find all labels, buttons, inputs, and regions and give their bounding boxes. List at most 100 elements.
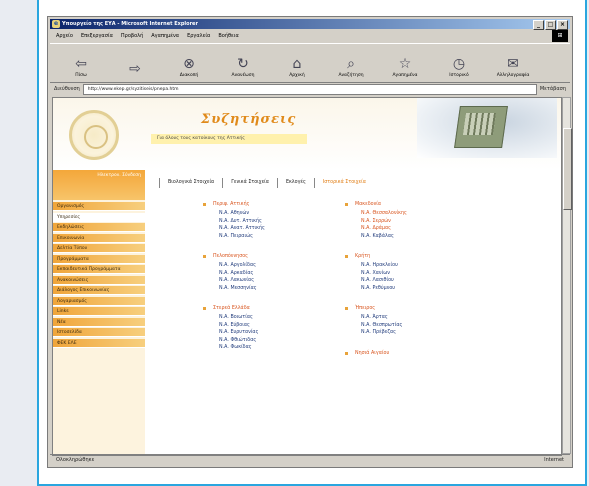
sidebar-item[interactable]: Links [53, 307, 145, 316]
region-heading[interactable]: Περιφ. Αττικής [203, 202, 265, 207]
prefecture-link[interactable]: Ν.Α. Θεσσαλονίκης [361, 210, 407, 218]
favorites-button[interactable]: ☆ Αγαπημένα [380, 44, 430, 82]
tab-bio[interactable]: Βιολογικά Στοιχεία [159, 178, 222, 188]
region-heading[interactable]: Ήπειρος [345, 306, 407, 311]
prefecture-link[interactable]: Ν.Α. Πρέβεζας [361, 329, 407, 337]
prefecture-link[interactable]: Ν.Α. Βοιωτίας [219, 314, 265, 322]
sidebar-heading: Ηλεκτρον. Σύνδεση [53, 170, 145, 200]
prefecture-link[interactable]: Ν.Α. Φωκίδας [219, 344, 265, 352]
sidebar-item[interactable]: ΦΕΚ ΕΛΕ [53, 338, 145, 348]
menu-bar: Αρχείο Επεξεργασία Προβολή Αγαπημένα Εργ… [50, 31, 570, 41]
sidebar-item[interactable]: Νέα [53, 317, 145, 327]
address-label: Διεύθυνση [54, 86, 80, 92]
tab-general[interactable]: Γενικά Στοιχεία [222, 178, 277, 188]
history-button[interactable]: ◷ Ιστορικό [434, 44, 484, 82]
vertical-scrollbar[interactable] [562, 97, 572, 454]
prefecture-link[interactable]: Ν.Α. Ρεθύμνου [361, 285, 407, 293]
prefecture-link[interactable]: Ν.Α. Δυτ. Αττικής [219, 218, 265, 226]
address-input[interactable]: http://www.ekep.gr/syzitiseis/pnepa.htm [82, 83, 537, 95]
star-icon: ☆ [398, 56, 412, 72]
sidebar-item[interactable]: Οργανισμός [53, 202, 145, 211]
menu-favorites[interactable]: Αγαπημένα [151, 31, 179, 41]
prefecture-link[interactable]: Ν.Α. Δράμας [361, 225, 407, 233]
sidebar-item[interactable]: Ανακοινώσεις [53, 275, 145, 285]
go-button[interactable]: Μετάβαση [540, 86, 570, 92]
sidebar-item[interactable]: Ιστοσελίδα [53, 328, 145, 337]
sidebar-item[interactable]: Υπηρεσίες [53, 212, 145, 222]
forward-button[interactable]: ⇨ [110, 44, 160, 82]
prefecture-link[interactable]: Ν.Α. Σερρών [361, 218, 407, 226]
sidebar-item[interactable]: Προγράμματα [53, 254, 145, 264]
region-heading[interactable]: Στερεά Ελλάδα [203, 306, 265, 311]
region-heading[interactable]: Μακεδονία [345, 202, 407, 207]
site-tagline: Για όλους τους κατοίκους της Αττικής [151, 134, 307, 144]
prefecture-link[interactable]: Ν.Α. Λακωνίας [219, 277, 265, 285]
stop-icon: ⊗ [183, 56, 195, 72]
region-group: Στερεά Ελλάδα Ν.Α. Βοιωτίας Ν.Α. Εύβοιας Ν.… [203, 306, 265, 352]
back-arrow-icon: ⇦ [75, 56, 87, 72]
refresh-button[interactable]: ↻ Ανανέωση [218, 44, 268, 82]
maximize-button[interactable]: □ [545, 20, 556, 30]
menu-tools[interactable]: Εργαλεία [187, 31, 210, 41]
status-bar: Ολοκληρώθηκε Internet [50, 454, 570, 465]
prefecture-link[interactable]: Ν.Α. Θεσπρωτίας [361, 322, 407, 330]
prefecture-link[interactable]: Ν.Α. Αργολίδας [219, 262, 265, 270]
toolbar: ⇦ Πίσω ⇨ ⊗ Διακοπή ↻ Ανανέωση ⌂ Αρχική ⌕ Αναζ… [50, 43, 570, 83]
prefecture-link[interactable]: Ν.Α. Χανίων [361, 270, 407, 278]
prefecture-link[interactable]: Ν.Α. Ανατ. Αττικής [219, 225, 265, 233]
region-heading[interactable]: Πελοπόννησος [203, 254, 265, 259]
sidebar-item[interactable]: Εκδηλώσεις [53, 223, 145, 232]
region-group: Περιφ. Αττικής Ν.Α. Αθηνών Ν.Α. Δυτ. Αττικ… [203, 202, 265, 240]
browser-window: e Υπουργείο της ΕΥΑ - Microsoft Internet… [47, 16, 573, 468]
prefecture-link[interactable]: Ν.Α. Λασιθίου [361, 277, 407, 285]
minimize-button[interactable]: _ [533, 20, 544, 30]
region-heading[interactable]: Κρήτη [345, 254, 407, 259]
prefecture-link[interactable]: Ν.Α. Ηρακλείου [361, 262, 407, 270]
prefecture-link[interactable]: Ν.Α. Πειραιώς [219, 233, 265, 241]
sidebar-item[interactable]: Δελτία Τύπου [53, 244, 145, 253]
region-heading[interactable]: Νησιά Αιγαίου [345, 351, 407, 356]
scroll-thumb[interactable] [563, 128, 572, 210]
left-region-column: Περιφ. Αττικής Ν.Α. Αθηνών Ν.Α. Δυτ. Αττικ… [203, 202, 265, 366]
content-tabs: Βιολογικά Στοιχεία Γενικά Στοιχεία Εκλογ… [159, 178, 374, 188]
tab-elections[interactable]: Εκλογές [276, 178, 314, 188]
home-button[interactable]: ⌂ Αρχική [272, 44, 322, 82]
site-title: Συζητήσεις [201, 112, 297, 127]
prefecture-link[interactable]: Ν.Α. Καβάλας [361, 233, 407, 241]
sidebar-item[interactable]: Λογαριασμός [53, 296, 145, 306]
prefecture-link[interactable]: Ν.Α. Αρκαδίας [219, 270, 265, 278]
right-region-column: Μακεδονία Ν.Α. Θεσσαλονίκης Ν.Α. Σερρών Ν.Α… [345, 202, 407, 370]
windows-logo-icon: ⊞ [552, 30, 568, 42]
region-group: Νησιά Αιγαίου [345, 351, 407, 356]
mail-button[interactable]: ✉ Αλληλογραφία [488, 44, 538, 82]
prefecture-link[interactable]: Ν.Α. Μεσσηνίας [219, 285, 265, 293]
status-text: Ολοκληρώθηκε [56, 457, 95, 463]
prefecture-link[interactable]: Ν.Α. Φθιώτιδας [219, 337, 265, 345]
sidebar-item[interactable]: Επικοινωνία [53, 233, 145, 243]
search-button[interactable]: ⌕ Αναζήτηση [326, 44, 376, 82]
sidebar-item[interactable]: Εκπαιδευτικά Προγράμματα [53, 265, 145, 274]
prefecture-link[interactable]: Ν.Α. Ευρυτανίας [219, 329, 265, 337]
menu-view[interactable]: Προβολή [121, 31, 143, 41]
seal-logo [69, 110, 119, 160]
menu-edit[interactable]: Επεξεργασία [81, 31, 113, 41]
refresh-icon: ↻ [237, 56, 249, 72]
region-group: Κρήτη Ν.Α. Ηρακλείου Ν.Α. Χανίων Ν.Α. Λασιθ… [345, 254, 407, 292]
prefecture-link[interactable]: Ν.Α. Εύβοιας [219, 322, 265, 330]
menu-help[interactable]: Βοήθεια [218, 31, 238, 41]
back-button[interactable]: ⇦ Πίσω [56, 44, 106, 82]
tab-history[interactable]: Ιστορικά Στοιχεία [313, 178, 374, 188]
prefecture-link[interactable]: Ν.Α. Αθηνών [219, 210, 265, 218]
mail-icon: ✉ [507, 56, 519, 72]
search-icon: ⌕ [347, 56, 355, 72]
title-bar: e Υπουργείο της ΕΥΑ - Microsoft Internet… [50, 19, 570, 30]
sidebar-item[interactable]: Διάλογος Επικοινωνίας [53, 286, 145, 295]
prefecture-link[interactable]: Ν.Α. Άρτας [361, 314, 407, 322]
close-button[interactable]: × [557, 20, 568, 30]
forward-arrow-icon: ⇨ [129, 61, 141, 77]
menu-file[interactable]: Αρχείο [56, 31, 73, 41]
window-controls: _ □ × [533, 20, 568, 30]
stop-button[interactable]: ⊗ Διακοπή [164, 44, 214, 82]
home-icon: ⌂ [292, 56, 302, 72]
region-group: Μακεδονία Ν.Α. Θεσσαλονίκης Ν.Α. Σερρών Ν.Α… [345, 202, 407, 240]
